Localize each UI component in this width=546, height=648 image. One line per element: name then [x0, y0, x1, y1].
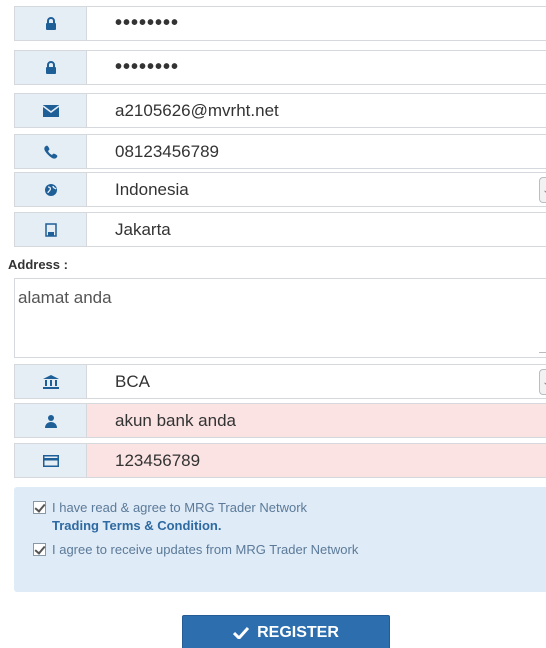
lock-icon — [15, 7, 87, 40]
account-name-row: akun bank anda — [14, 403, 546, 438]
terms-text: I have read & agree to MRG Trader Networ… — [52, 500, 308, 515]
lock-icon — [15, 51, 87, 84]
bank-icon — [15, 365, 87, 398]
city-row: Jakarta — [14, 212, 546, 247]
account-number-row: 123456789 — [14, 443, 546, 478]
account-name-input[interactable]: akun bank anda — [87, 404, 546, 437]
password-input[interactable]: •••••••• — [87, 7, 546, 40]
address-label: Address : — [8, 257, 68, 272]
register-label: REGISTER — [257, 624, 339, 641]
card-icon — [15, 444, 87, 477]
user-icon — [15, 404, 87, 437]
register-button[interactable]: REGISTER — [182, 615, 390, 648]
city-input[interactable]: Jakarta — [87, 213, 546, 246]
updates-checkbox[interactable] — [33, 543, 46, 556]
agreement-panel: I have read & agree to MRG Trader Networ… — [14, 487, 546, 592]
bank-row: BCA ⌄ — [14, 364, 546, 399]
resize-grip[interactable] — [539, 345, 546, 353]
phone-row: 08123456789 — [14, 134, 546, 169]
updates-text: I agree to receive updates from MRG Trad… — [52, 542, 359, 557]
building-icon — [15, 213, 87, 246]
envelope-icon — [15, 94, 87, 127]
confirm-password-row: •••••••• — [14, 50, 546, 85]
country-select[interactable]: Indonesia — [87, 173, 546, 206]
phone-icon — [15, 135, 87, 168]
terms-checkbox[interactable] — [33, 501, 46, 514]
updates-agreement: I agree to receive updates from MRG Trad… — [33, 541, 482, 559]
account-number-input[interactable]: 123456789 — [87, 444, 546, 477]
email-input[interactable]: a2105626@mvrht.net — [87, 94, 546, 127]
bank-select[interactable]: BCA — [87, 365, 546, 398]
chevron-down-icon[interactable]: ⌄ — [539, 177, 546, 203]
confirm-password-input[interactable]: •••••••• — [87, 51, 546, 84]
check-icon — [233, 627, 250, 639]
password-row: •••••••• — [14, 6, 546, 41]
phone-input[interactable]: 08123456789 — [87, 135, 546, 168]
chevron-down-icon[interactable]: ⌄ — [539, 369, 546, 395]
terms-link[interactable]: Trading Terms & Condition. — [52, 518, 221, 533]
address-textarea[interactable]: alamat anda — [14, 278, 546, 358]
email-row: a2105626@mvrht.net — [14, 93, 546, 128]
globe-icon — [15, 173, 87, 206]
address-placeholder: alamat anda — [18, 288, 112, 307]
country-row: Indonesia ⌄ — [14, 172, 546, 207]
terms-agreement: I have read & agree to MRG Trader Networ… — [33, 499, 492, 535]
